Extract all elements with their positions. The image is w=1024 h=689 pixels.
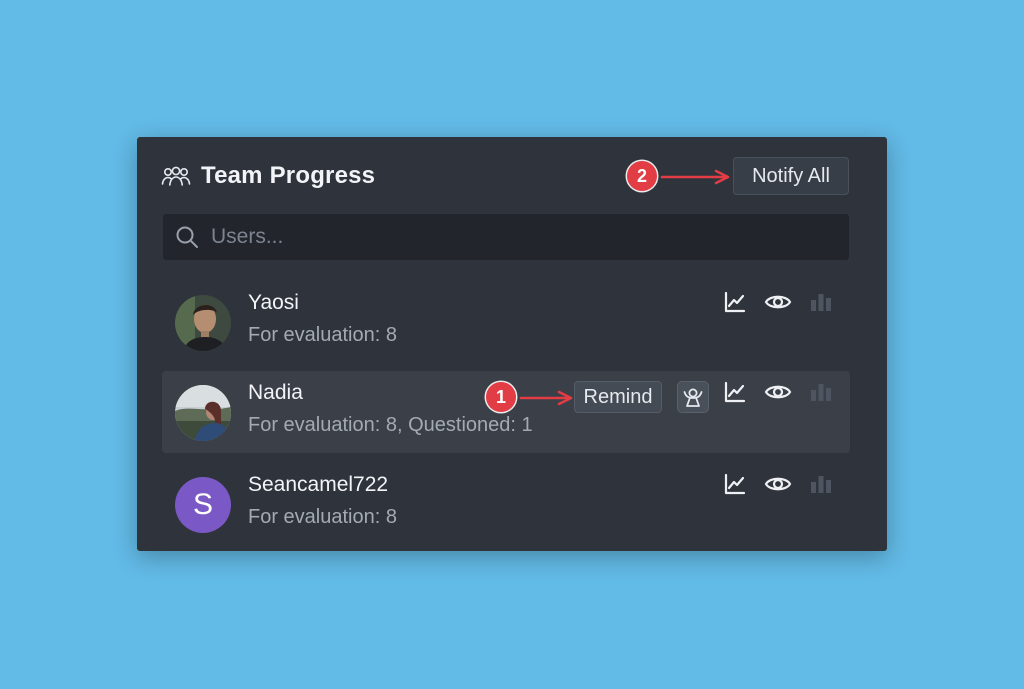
panel-header: Team Progress <box>161 161 375 191</box>
avatar-letter: S <box>175 477 231 533</box>
remind-button[interactable]: Remind <box>574 381 662 413</box>
person-assist-icon[interactable] <box>677 381 709 413</box>
bar-chart-icon[interactable] <box>809 472 833 496</box>
avatar[interactable] <box>175 295 231 351</box>
user-details: For evaluation: 8 <box>248 506 397 528</box>
search-icon <box>176 226 198 248</box>
notify-all-button[interactable]: Notify All <box>733 157 849 195</box>
chart-line-icon[interactable] <box>723 472 747 496</box>
user-name: Nadia <box>248 381 303 404</box>
eye-icon[interactable] <box>764 380 792 404</box>
user-details: For evaluation: 8, Questioned: 1 <box>248 414 533 436</box>
user-row-seancamel722[interactable]: S Seancamel722 For evaluation: 8 <box>162 463 850 545</box>
user-name: Yaosi <box>248 291 299 314</box>
user-details: For evaluation: 8 <box>248 324 397 346</box>
search-input[interactable] <box>209 224 813 250</box>
callout-badge-2: 2 <box>627 161 657 191</box>
callout-badge-1: 1 <box>486 382 516 412</box>
avatar[interactable]: S <box>175 477 231 533</box>
team-icon <box>161 166 191 186</box>
callout-arrow-2 <box>660 169 730 185</box>
bar-chart-icon[interactable] <box>809 380 833 404</box>
bar-chart-icon[interactable] <box>809 290 833 314</box>
search-bar[interactable] <box>163 214 849 260</box>
page-title: Team Progress <box>201 162 376 189</box>
avatar[interactable] <box>175 385 231 441</box>
eye-icon[interactable] <box>764 290 792 314</box>
user-row-yaosi[interactable]: Yaosi For evaluation: 8 <box>162 281 850 363</box>
team-progress-panel: Team Progress Notify All Yaosi For evalu… <box>137 137 887 551</box>
user-name: Seancamel722 <box>248 473 389 496</box>
callout-arrow-1 <box>519 390 573 406</box>
chart-line-icon[interactable] <box>723 290 747 314</box>
eye-icon[interactable] <box>764 472 792 496</box>
chart-line-icon[interactable] <box>723 380 747 404</box>
